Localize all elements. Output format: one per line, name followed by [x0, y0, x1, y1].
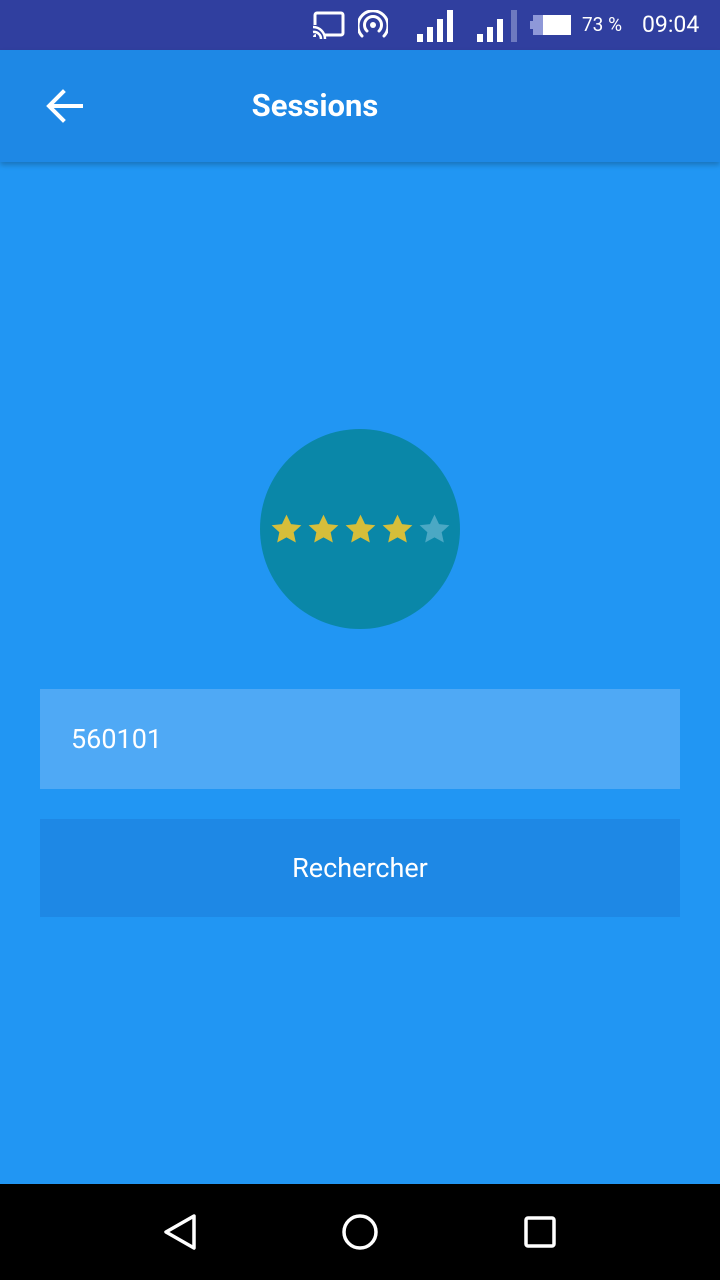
star-filled-icon — [345, 514, 375, 542]
main-content: 560101 Rechercher — [0, 162, 720, 1184]
signal-icon — [417, 0, 459, 50]
rating-badge — [260, 429, 460, 629]
recents-square-icon — [524, 1216, 556, 1248]
signal-icon — [477, 0, 521, 50]
session-code-value: 560101 — [71, 723, 163, 755]
back-triangle-icon — [164, 1214, 196, 1250]
star-empty-icon — [419, 514, 449, 542]
search-button[interactable]: Rechercher — [40, 819, 680, 917]
home-circle-icon — [342, 1214, 378, 1250]
navigation-bar — [0, 1184, 720, 1280]
battery-icon — [530, 0, 572, 50]
star-filled-icon — [382, 514, 412, 542]
nav-recents-button[interactable] — [492, 1184, 588, 1280]
hotspot-icon — [358, 0, 388, 50]
star-rating — [260, 429, 460, 629]
clock: 09:04 — [642, 11, 700, 38]
star-filled-icon — [271, 514, 301, 542]
session-code-input[interactable]: 560101 — [40, 689, 680, 789]
app-screen: 73 % 09:04 Sessions 560101 Rechercher — [0, 0, 720, 1280]
star-filled-icon — [308, 514, 338, 542]
status-bar: 73 % 09:04 — [0, 0, 720, 50]
cast-icon — [312, 0, 346, 50]
nav-back-button[interactable] — [132, 1184, 228, 1280]
app-bar: Sessions — [0, 50, 720, 162]
page-title: Sessions — [251, 87, 379, 124]
nav-home-button[interactable] — [312, 1184, 408, 1280]
battery-percent: 73 % — [582, 13, 622, 36]
